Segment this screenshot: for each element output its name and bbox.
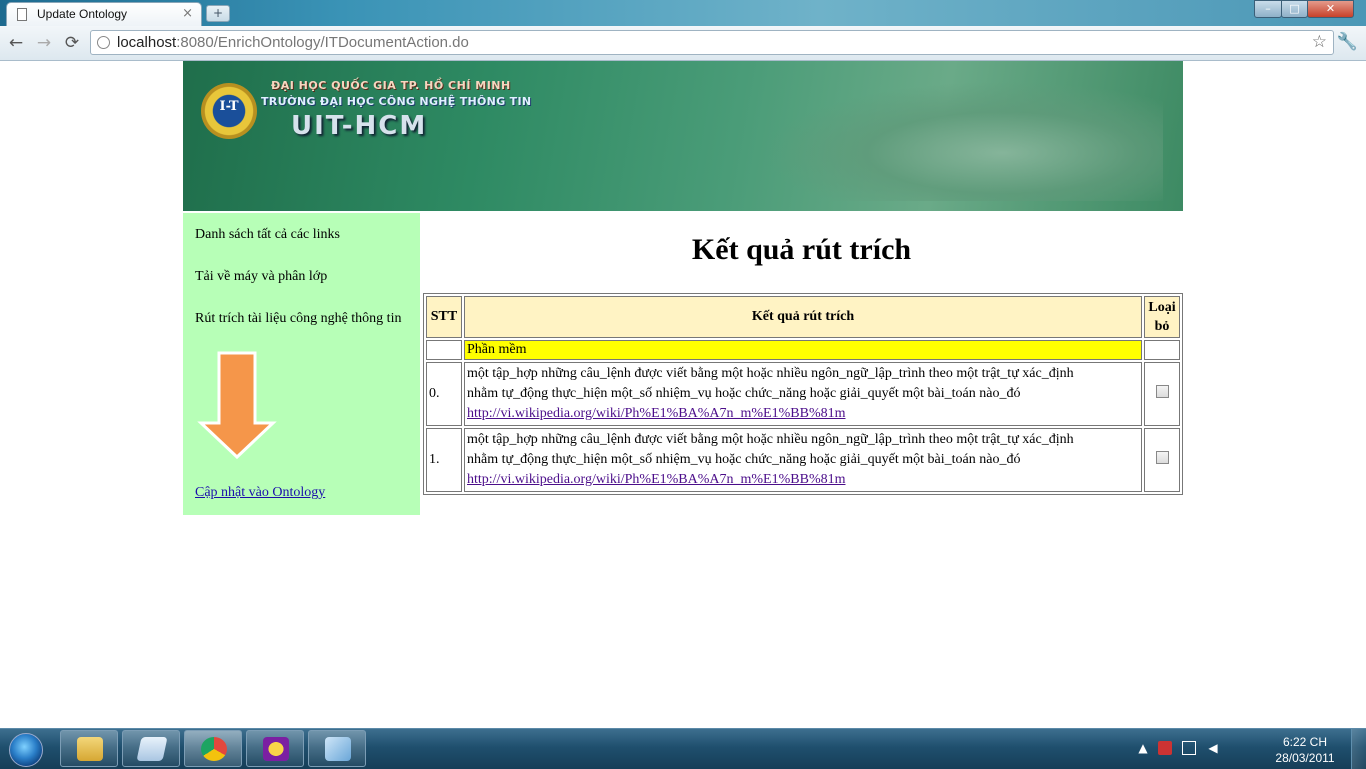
forward-button[interactable]: → [34,33,54,53]
update-ontology-link[interactable]: Cập nhật vào Ontology [195,485,325,501]
category-row: Phần mềm [426,340,1180,360]
remove-checkbox[interactable] [1155,451,1169,464]
reload-button[interactable]: ⟳ [62,33,82,53]
row-remove-cell [1144,428,1180,492]
windows-orb-icon [9,733,43,767]
start-button[interactable] [2,730,52,768]
row-description: một tập_hợp những câu_lệnh được viết bằn… [464,428,1142,492]
row-link[interactable]: http://vi.wikipedia.org/wiki/Ph%E1%BA%A7… [467,406,846,421]
row-remove-cell [1144,362,1180,426]
results-table: STT Kết quả rút trích Loại bỏ Phần mềm 0.… [423,293,1183,495]
notepad-icon [136,737,168,761]
campus-image [763,81,1163,201]
address-bar[interactable]: localhost:8080/EnrichOntology/ITDocument… [90,30,1334,55]
taskbar-yahoo-messenger[interactable] [246,730,304,767]
header-stt: STT [426,296,462,338]
show-desktop-button[interactable] [1351,729,1366,769]
sidebar-item-download[interactable]: Tải về máy và phân lớp [195,269,327,285]
url-text: localhost:8080/EnrichOntology/ITDocument… [117,34,469,51]
banner-line-university: ĐẠI HỌC QUỐC GIA TP. HỒ CHÍ MINH [271,79,511,92]
category-label: Phần mềm [464,340,1142,360]
close-window-button[interactable]: ✕ [1307,0,1354,18]
row-link[interactable]: http://vi.wikipedia.org/wiki/Ph%E1%BA%A7… [467,472,846,487]
yahoo-messenger-icon [263,737,289,761]
sidebar: Danh sách tất cả các links Tải về máy và… [183,213,420,515]
tab-close-icon[interactable]: × [182,6,193,21]
taskbar-chrome[interactable] [184,730,242,767]
new-tab-button[interactable]: + [206,5,230,22]
banner-line-uit: UIT-HCM [291,111,428,141]
sidebar-item-links[interactable]: Danh sách tất cả các links [195,227,340,243]
back-button[interactable]: ← [6,33,26,53]
table-row: 1. một tập_hợp những câu_lệnh được viết … [426,428,1180,492]
row-description: một tập_hợp những câu_lệnh được viết bằn… [464,362,1142,426]
sidebar-item-extract[interactable]: Rút trích tài liệu công nghệ thông tin [195,311,401,327]
tab-title: Update Ontology [37,7,128,21]
tray-alert-icon[interactable] [1158,741,1172,755]
page-title: Kết quả rút trích [691,233,912,266]
remove-checkbox[interactable] [1155,385,1169,398]
row-index: 1. [426,428,462,492]
volume-icon[interactable]: ◀ [1206,741,1220,755]
globe-icon [97,36,110,49]
category-remove-cell [1144,340,1180,360]
virtualbox-icon [325,737,351,761]
web-page: I-T ĐẠI HỌC QUỐC GIA TP. HỒ CHÍ MINH TRƯ… [0,61,1366,728]
row-index: 0. [426,362,462,426]
system-clock[interactable]: 6:22 CH 28/03/2011 [1270,734,1340,766]
table-header-row: STT Kết quả rút trích Loại bỏ [426,296,1180,338]
table-row: 0. một tập_hợp những câu_lệnh được viết … [426,362,1180,426]
clock-time: 6:22 CH [1282,735,1328,749]
header-result: Kết quả rút trích [464,296,1142,338]
maximize-button[interactable]: □ [1281,0,1308,18]
browser-chrome: Update Ontology × + – □ ✕ ← → ⟳ localhos… [0,0,1366,61]
category-index-cell [426,340,462,360]
bookmark-star-icon[interactable]: ☆ [1312,32,1327,52]
tray-expand-icon[interactable]: ▲ [1136,741,1150,755]
taskbar-notepad[interactable] [122,730,180,767]
taskbar-explorer[interactable] [60,730,118,767]
site-banner: I-T ĐẠI HỌC QUỐC GIA TP. HỒ CHÍ MINH TRƯ… [183,61,1183,211]
taskbar-virtualbox[interactable] [308,730,366,767]
wrench-icon[interactable]: 🔧 [1337,32,1358,52]
network-icon[interactable] [1182,741,1196,755]
folder-icon [77,737,103,761]
tab-strip: Update Ontology × + – □ ✕ [0,0,1366,26]
minimize-button[interactable]: – [1254,0,1282,18]
browser-tab[interactable]: Update Ontology × [6,2,202,26]
header-remove: Loại bỏ [1144,296,1180,338]
browser-toolbar: ← → ⟳ localhost:8080/EnrichOntology/ITDo… [0,26,1366,61]
banner-line-school: TRƯỜNG ĐẠI HỌC CÔNG NGHỆ THÔNG TIN [261,95,532,108]
down-arrow-icon [197,351,277,460]
page-icon [17,8,27,21]
clock-date: 28/03/2011 [1275,751,1335,765]
window-controls: – □ ✕ [1254,0,1360,19]
chrome-icon [201,737,227,761]
logo-text: I-T [219,99,239,114]
windows-taskbar: ▲ ◀ 6:22 CH 28/03/2011 [0,728,1366,769]
